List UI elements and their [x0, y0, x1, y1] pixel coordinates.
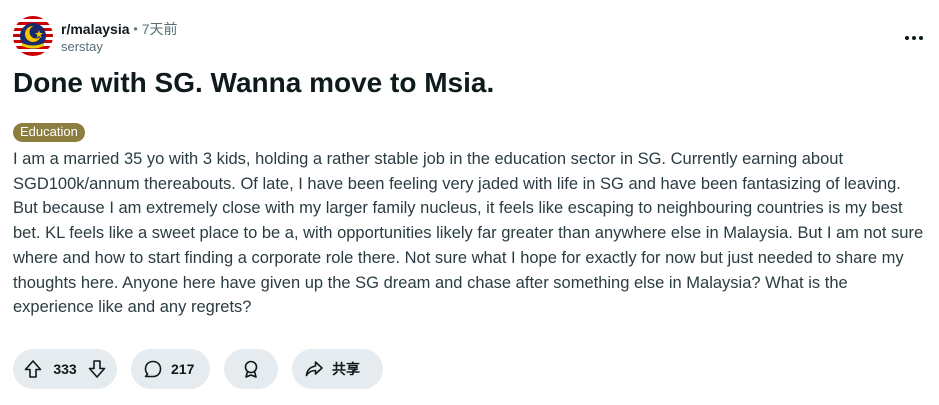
- upvote-arrow-icon[interactable]: [23, 359, 43, 379]
- vote-count: 333: [53, 361, 77, 377]
- comment-button[interactable]: 217: [131, 349, 210, 389]
- share-arrow-icon: [304, 359, 324, 379]
- subreddit-link[interactable]: r/malaysia: [61, 20, 130, 38]
- post-title: Done with SG. Wanna move to Msia.: [13, 67, 495, 98]
- vote-group: 333: [13, 349, 117, 389]
- more-options-icon[interactable]: [904, 30, 924, 46]
- post-card: r/malaysia • 7天前 serstay Done with SG. W…: [0, 0, 939, 405]
- post-header: r/malaysia • 7天前 serstay: [13, 16, 178, 56]
- author-link[interactable]: serstay: [61, 39, 178, 55]
- post-meta: r/malaysia • 7天前 serstay: [61, 20, 178, 55]
- malaysia-flag-avatar-icon: [13, 16, 53, 56]
- post-time: 7天前: [141, 21, 178, 37]
- comment-bubble-icon: [143, 359, 163, 379]
- share-label: 共享: [332, 361, 360, 377]
- post-body: I am a married 35 yo with 3 kids, holdin…: [13, 150, 924, 317]
- action-bar: 333 217 共享: [13, 349, 383, 389]
- share-button[interactable]: 共享: [292, 349, 383, 389]
- award-icon: [241, 359, 261, 379]
- award-button[interactable]: [224, 349, 278, 389]
- comment-count: 217: [171, 361, 195, 377]
- subreddit-avatar[interactable]: [13, 16, 53, 56]
- post-flair[interactable]: Education: [13, 123, 85, 142]
- downvote-arrow-icon[interactable]: [87, 359, 107, 379]
- separator-dot: •: [133, 22, 138, 36]
